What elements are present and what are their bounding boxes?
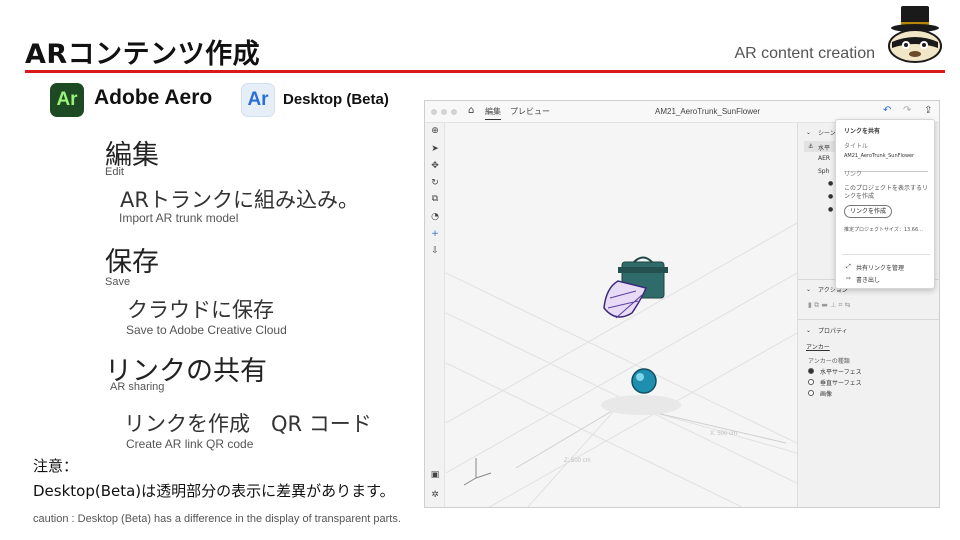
anchor-type-label: アンカーの種類	[808, 358, 850, 365]
product-name-desktop: Desktop (Beta)	[283, 91, 389, 108]
section-save-en: Save	[105, 276, 131, 288]
page-title: ARコンテンツ作成	[25, 39, 261, 70]
manage-shared-links-link[interactable]: 共有リンクを管理	[856, 263, 904, 272]
section-cloud-heading: クラウドに保存	[127, 298, 274, 322]
product-name-aero: Adobe Aero	[94, 86, 213, 109]
section-qr-heading: リンクを作成 QR コード	[124, 412, 372, 436]
title-divider	[25, 70, 945, 73]
page-subtitle-en: AR content creation	[734, 45, 875, 62]
anchor-vertical-radio[interactable]	[808, 379, 814, 385]
share-icon[interactable]: ⇪	[924, 105, 932, 116]
anchor-horizontal-radio[interactable]	[808, 368, 814, 374]
axis-gizmo	[463, 458, 492, 486]
export-icon: ⇨	[846, 275, 852, 282]
add-object-icon[interactable]: ⊕	[429, 125, 441, 137]
scene-child-icon: ●	[828, 206, 834, 213]
section-save-heading: 保存	[105, 247, 159, 278]
window-close-button[interactable]	[431, 109, 437, 115]
anchor-vertical-label: 垂直サーフェス	[820, 380, 862, 387]
z-axis-label: Z: 500 cm	[564, 458, 591, 464]
mascot-logo-icon	[888, 6, 942, 63]
scene-row-aero[interactable]: AER	[818, 155, 830, 162]
anchor-image-radio[interactable]	[808, 390, 814, 396]
action-icons-row[interactable]: ▮ ⧉ ▬ ⊥ ⌗ ⇆	[808, 301, 851, 310]
share-link-description-line2: ンクを作成	[844, 193, 875, 200]
document-filename: AM21_AeroTrunk_SunFlower	[655, 107, 761, 116]
popover-divider	[842, 254, 930, 255]
add-behavior-icon[interactable]: +	[429, 228, 441, 240]
scene-section-chevron[interactable]: ⌄	[806, 129, 811, 136]
run-icon[interactable]: ✲	[429, 489, 441, 501]
rotate-tool-icon[interactable]: ↻	[429, 177, 441, 189]
redo-icon[interactable]: ↷	[903, 105, 911, 116]
link-icon: ⤢	[846, 263, 851, 270]
section-share-en: AR sharing	[110, 381, 165, 393]
scene-section-title: シーン	[818, 130, 836, 137]
download-icon[interactable]: ⇩	[429, 245, 441, 257]
caution-text: caution : Desktop (Beta) has a differenc…	[33, 513, 401, 525]
tab-preview[interactable]: プレビュー	[510, 106, 550, 117]
layers-icon[interactable]: ▣	[429, 469, 441, 481]
scene-child-icon: ●	[828, 180, 834, 187]
share-title-label: タイトル	[844, 143, 869, 150]
section-import-en: Import AR trunk model	[119, 211, 239, 225]
sphere-shadow	[601, 395, 681, 415]
scene-child-icon: ●	[828, 193, 834, 200]
tab-edit[interactable]: 編集	[485, 106, 501, 117]
aero-app-icon: Ar	[50, 83, 84, 117]
select-tool-icon[interactable]: ➤	[429, 143, 441, 155]
tool-rail: ⊕ ➤ ✥ ↻ ⧉ ◔ + ⇩ ▣ ✲	[425, 123, 445, 507]
note-text: Desktop(Beta)は透明部分の表示に差異があります。	[33, 482, 395, 500]
create-link-button[interactable]: リンクを作成	[844, 205, 892, 218]
section-import-heading: ARトランクに組み込み。	[120, 188, 359, 212]
aero-desktop-app-icon: Ar	[241, 83, 275, 117]
camera-icon[interactable]: ◔	[429, 211, 441, 223]
scale-tool-icon[interactable]: ⧉	[429, 193, 441, 205]
undo-icon[interactable]: ↶	[883, 105, 891, 116]
share-link-label: リンク	[844, 171, 863, 178]
section-cloud-en: Save to Adobe Creative Cloud	[126, 323, 287, 337]
anchor-image-label: 画像	[820, 391, 833, 398]
viewport-scene: Z: 500 cm X: 500 cm	[446, 222, 797, 507]
window-zoom-button[interactable]	[451, 109, 457, 115]
note-label: 注意：	[33, 457, 79, 475]
x-axis-label: X: 500 cm	[710, 431, 737, 437]
section-edit-en: Edit	[105, 166, 124, 178]
share-link-popover: リンクを共有 タイトル AM21_AeroTrunk_SunFlower リンク…	[835, 119, 935, 289]
project-size-text: 推定プロジェクトサイズ：13.66...	[844, 227, 923, 233]
scene-row-sphere[interactable]: Sph	[818, 168, 829, 175]
window-minimize-button[interactable]	[441, 109, 447, 115]
sphere-model[interactable]	[631, 368, 657, 394]
export-link[interactable]: 書き出し	[856, 275, 880, 284]
ar-trunk-model[interactable]	[603, 256, 668, 319]
share-popover-heading: リンクを共有	[844, 128, 881, 135]
aero-desktop-window: ⌂ 編集 プレビュー AM21_AeroTrunk_SunFlower ↶ ↷ …	[424, 100, 940, 508]
move-tool-icon[interactable]: ✥	[429, 160, 441, 172]
properties-section-title: プロパティ	[818, 328, 848, 335]
home-icon[interactable]: ⌂	[468, 105, 474, 116]
panel-divider	[798, 319, 939, 320]
anchor-tab[interactable]: アンカー	[806, 342, 830, 351]
3d-viewport[interactable]: Z: 500 cm X: 500 cm	[446, 123, 797, 507]
scene-row-anchor[interactable]: 水平	[818, 143, 830, 152]
anchor-row-icon: ⚓	[808, 143, 814, 150]
actions-section-chevron[interactable]: ⌄	[806, 286, 811, 293]
section-qr-en: Create AR link QR code	[126, 437, 254, 451]
anchor-horizontal-label: 水平サーフェス	[820, 369, 862, 376]
active-tab-indicator	[485, 119, 501, 120]
properties-section-chevron[interactable]: ⌄	[806, 327, 811, 334]
share-title-input[interactable]: AM21_AeroTrunk_SunFlower	[844, 153, 914, 159]
